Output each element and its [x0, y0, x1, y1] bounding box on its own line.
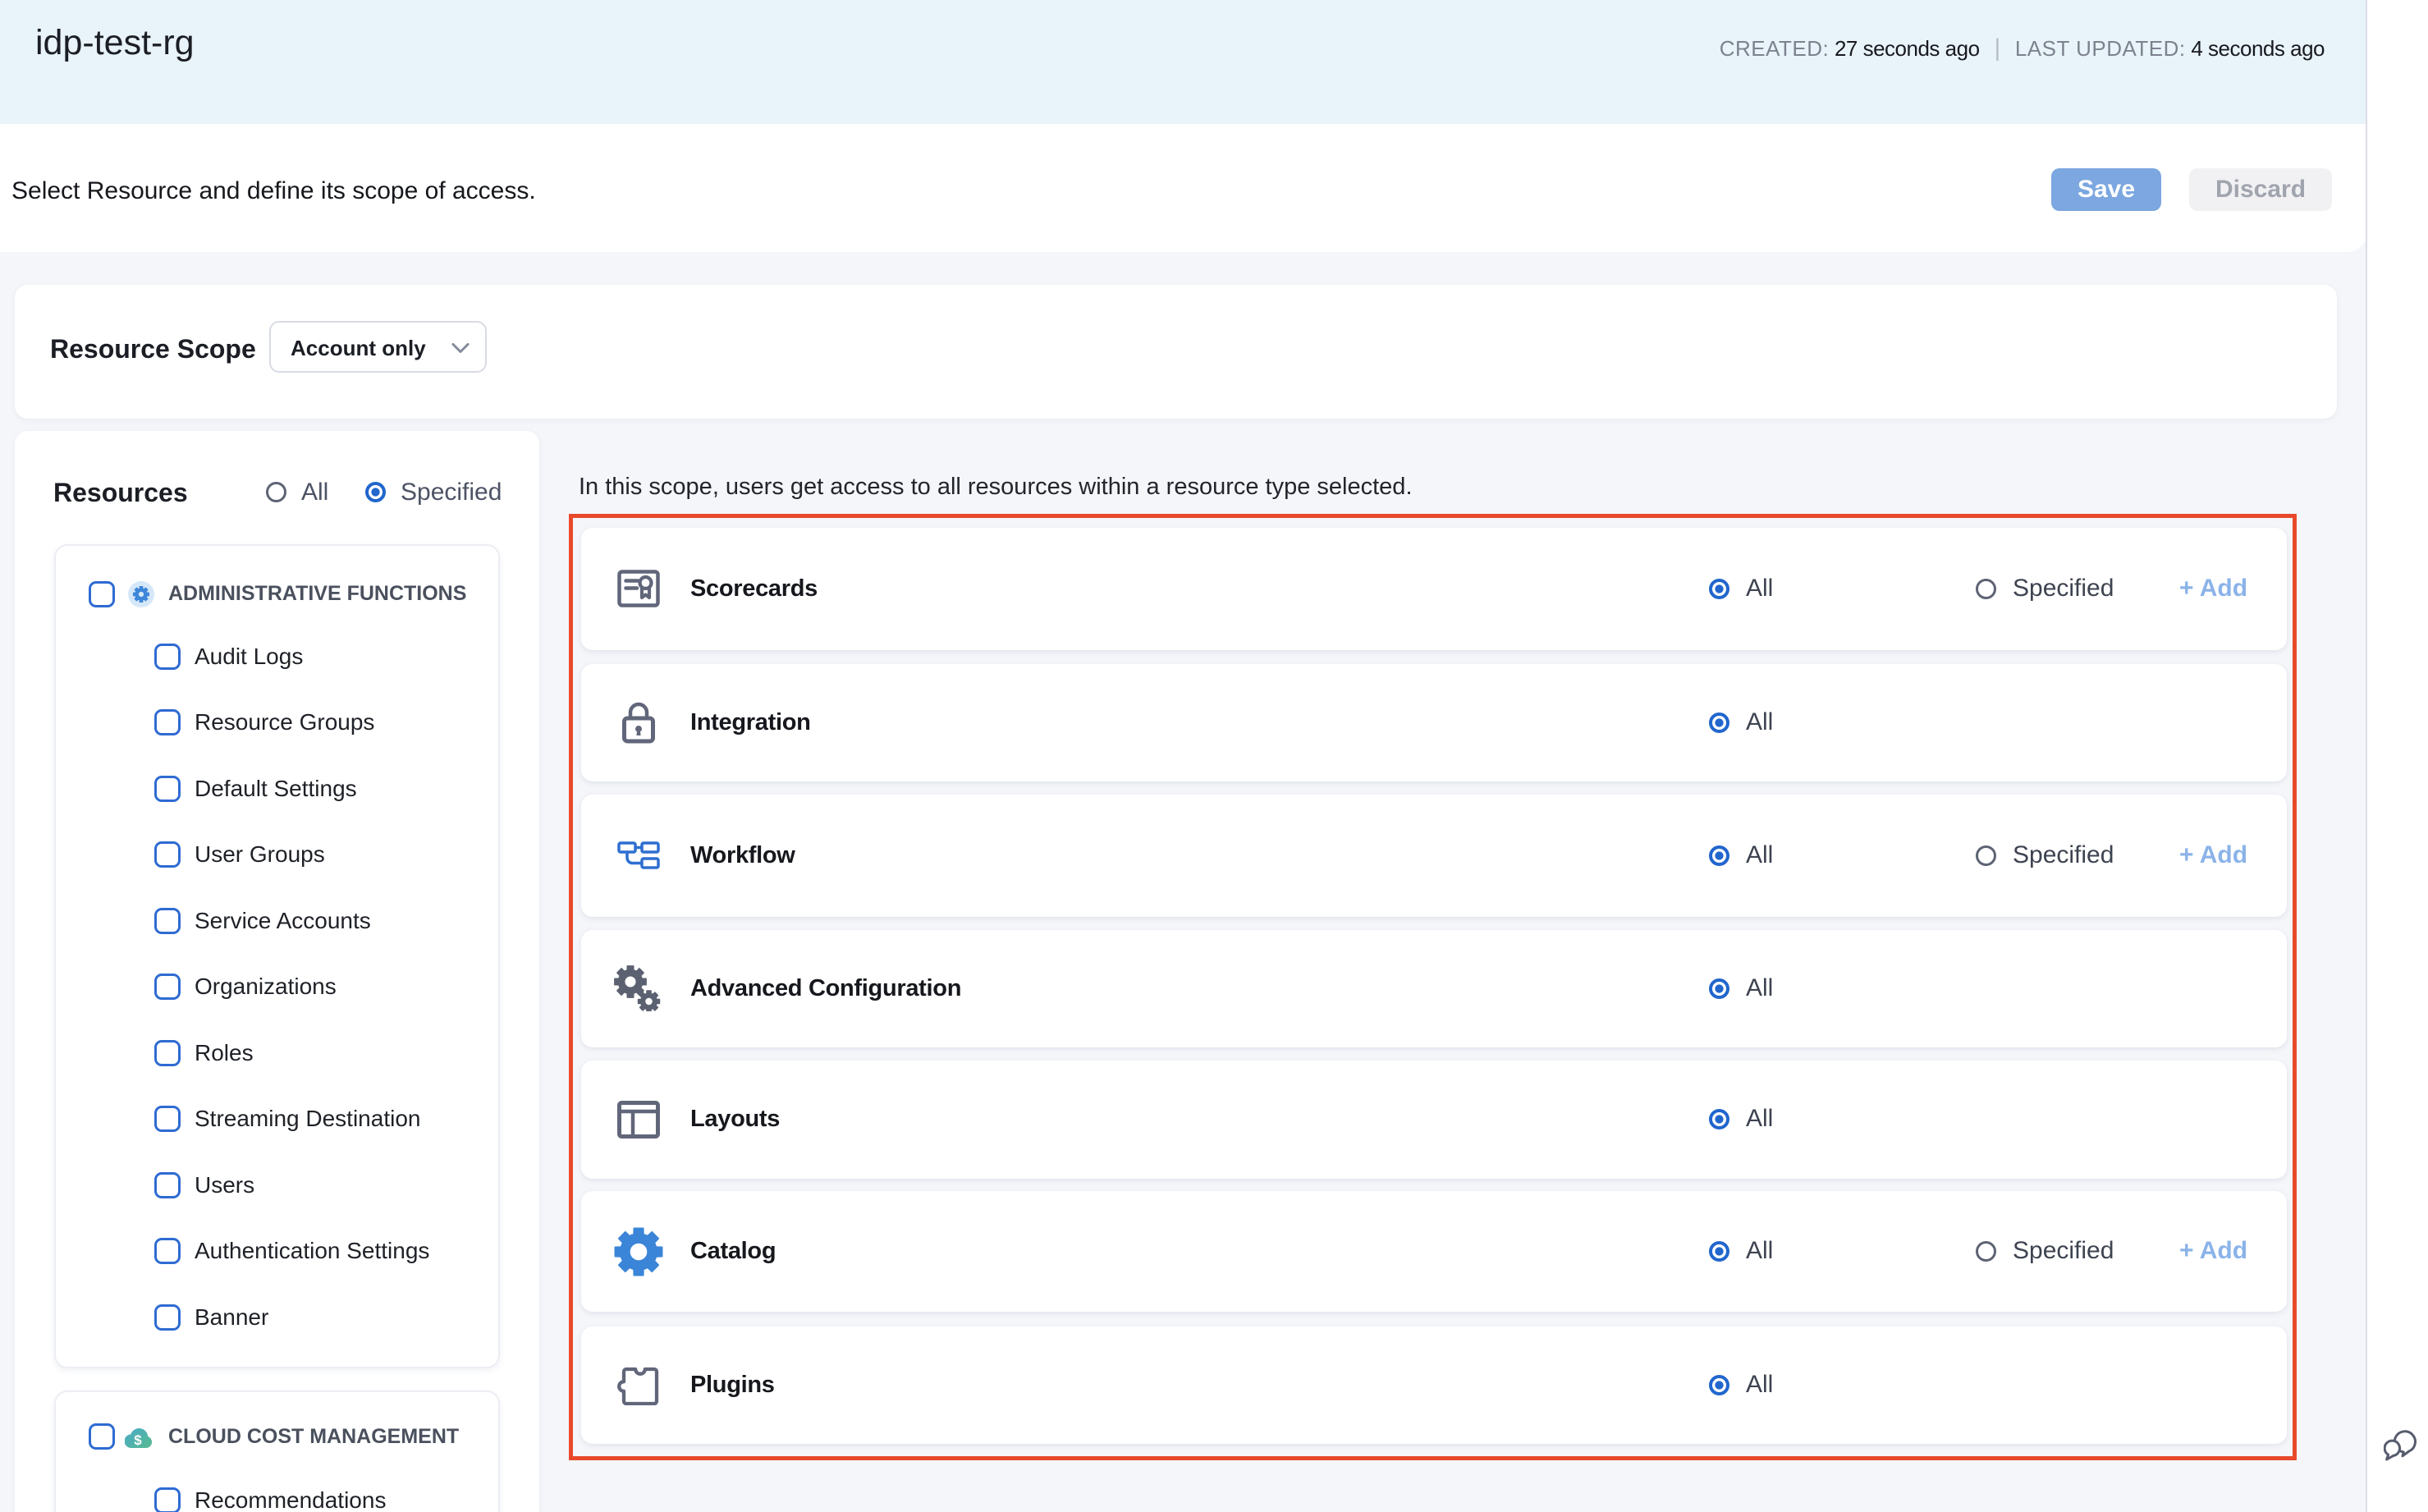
svg-text:$: $ [134, 1432, 142, 1448]
